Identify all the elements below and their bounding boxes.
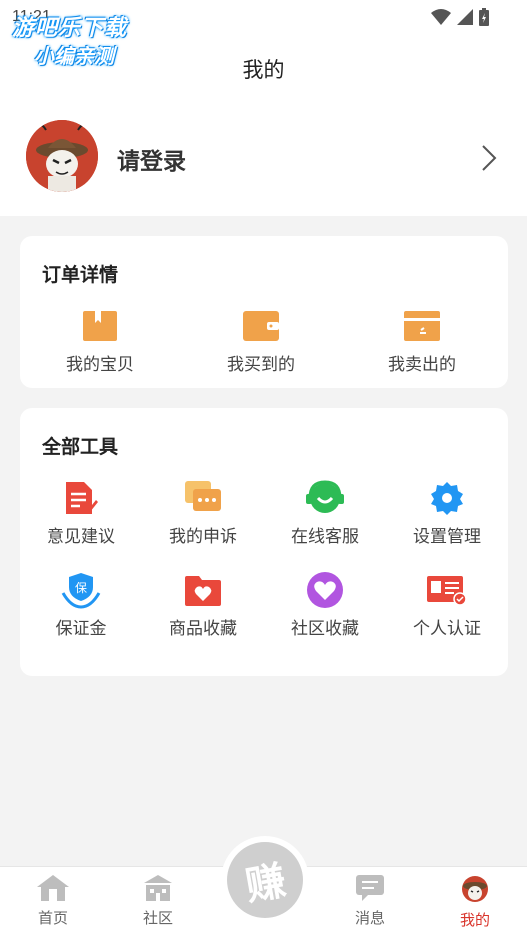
headset-icon [306,480,344,513]
order-item-bought[interactable]: 我买到的 [200,306,322,375]
avatar[interactable] [26,120,98,192]
box-icon [83,311,117,341]
tab-label: 消息 [354,909,385,927]
login-label[interactable]: 请登录 [117,142,186,176]
message-icon [356,875,384,901]
tool-identity-verification[interactable]: 个人认证 [386,570,508,639]
tool-label: 个人认证 [413,619,481,639]
tool-appeal[interactable]: 我的申诉 [142,478,264,547]
mine-avatar-icon [462,876,488,902]
tool-feedback[interactable]: 意见建议 [20,478,142,547]
tool-label: 商品收藏 [169,619,237,639]
order-details-title: 订单详情 [42,264,119,286]
tool-customer-service[interactable]: 在线客服 [264,478,386,547]
watermark-logo: 游吧乐下载 小编亲测 [12,10,127,69]
profile-login-row[interactable]: 请登录 [0,100,527,216]
order-item-label: 我买到的 [227,355,295,375]
battery-icon [479,8,489,26]
order-item-label: 我的宝贝 [66,355,134,375]
status-icons [431,8,489,26]
tool-label: 保证金 [55,619,107,639]
gear-icon [431,482,463,515]
tool-label: 社区收藏 [291,619,359,639]
tool-deposit[interactable]: 保 保证金 [20,570,142,639]
tool-product-favorites[interactable]: 商品收藏 [142,570,264,639]
tool-label: 设置管理 [413,527,481,547]
tab-community[interactable]: 社区 [123,875,193,928]
heart-circle-icon [307,572,343,608]
earn-center-button[interactable]: 赚 [221,836,309,924]
tool-label: 我的申诉 [169,527,237,547]
tab-home[interactable]: 首页 [18,875,88,928]
community-icon [144,875,172,901]
card-icon [404,311,440,341]
tab-label: 首页 [37,909,68,927]
tools-card: 全部工具 意见建议 我的申诉 在线客服 设置管理 保 保证金 商品收藏 社区收藏… [20,408,508,676]
earn-icon: 赚 [227,842,303,918]
watermark-line1: 游吧乐下载 [12,16,128,41]
chat-icon [185,481,221,511]
tab-label: 我的 [459,911,490,929]
tool-label: 意见建议 [47,527,115,547]
wifi-icon [431,9,451,25]
earn-glyph: 赚 [241,856,290,911]
wallet-icon [243,311,279,341]
svg-text:保: 保 [75,581,87,595]
folder-heart-icon [185,576,221,606]
tool-label: 在线客服 [291,527,359,547]
tool-community-favorites[interactable]: 社区收藏 [264,570,386,639]
signal-icon [457,9,473,25]
feedback-icon [66,482,98,514]
mascot-avatar-icon [26,120,98,192]
order-details-card: 订单详情 我的宝贝 我买到的 我卖出的 [20,236,508,388]
home-icon [37,875,69,901]
order-item-label: 我卖出的 [388,355,456,375]
tools-title: 全部工具 [42,436,119,458]
chevron-right-icon[interactable] [481,144,497,172]
tool-settings[interactable]: 设置管理 [386,478,508,547]
tab-mine[interactable]: 我的 [440,875,510,930]
tab-label: 社区 [142,909,173,927]
tab-messages[interactable]: 消息 [335,875,405,928]
order-item-my-items[interactable]: 我的宝贝 [39,306,161,375]
id-card-icon [427,576,467,606]
order-item-sold[interactable]: 我卖出的 [361,306,483,375]
deposit-icon: 保 [61,573,101,609]
watermark-line2: 小编亲测 [34,44,114,68]
